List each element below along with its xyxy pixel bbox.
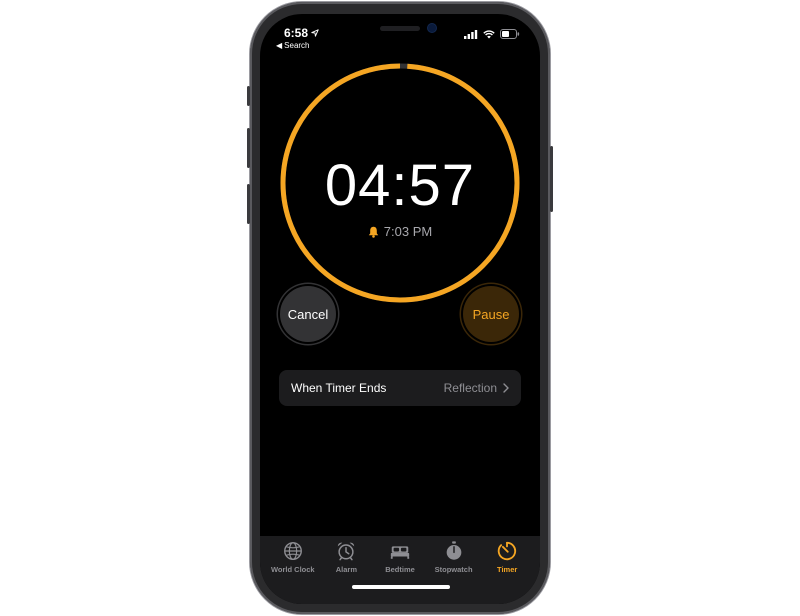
front-camera (428, 24, 436, 32)
when-timer-ends-row[interactable]: When Timer Ends Reflection (279, 370, 521, 406)
when-timer-ends-label: When Timer Ends (291, 381, 387, 395)
earpiece-speaker (380, 26, 420, 31)
status-time-text: 6:58 (284, 26, 309, 40)
alarm-clock-icon (338, 542, 355, 561)
chevron-right-icon (503, 383, 509, 393)
cancel-button[interactable]: Cancel (280, 286, 336, 342)
side-button-power (550, 146, 553, 212)
back-to-app-link[interactable]: ◀ Search (276, 41, 310, 50)
battery-icon (500, 29, 520, 39)
tab-bedtime[interactable]: Bedtime (374, 540, 426, 574)
tab-stopwatch[interactable]: Stopwatch (428, 540, 480, 574)
tab-stopwatch-label: Stopwatch (434, 565, 473, 574)
timer-end-time: 7:03 PM (280, 224, 520, 239)
tab-timer[interactable]: Timer (481, 540, 533, 574)
back-triangle-icon: ◀ (276, 41, 283, 50)
stopwatch-icon (446, 541, 461, 560)
tab-world-clock[interactable]: World Clock (267, 540, 319, 574)
status-bar-time: 6:58 (284, 26, 319, 40)
tab-bedtime-label: Bedtime (385, 565, 415, 574)
globe-icon (283, 542, 302, 560)
status-indicators (464, 29, 520, 39)
bed-icon (390, 546, 410, 559)
timer-remaining: 04:57 (324, 153, 476, 218)
timer-icon (497, 541, 517, 561)
tab-alarm-label: Alarm (335, 565, 358, 574)
cellular-signal-icon (464, 29, 478, 39)
back-to-app-label: Search (284, 41, 310, 50)
home-indicator[interactable] (352, 585, 450, 589)
screen: 6:58 ◀ Search 04:57 7:03 PM Cancel Pause… (260, 14, 540, 604)
side-button-volume-down (247, 184, 250, 224)
tab-timer-label: Timer (497, 565, 518, 574)
timer-sound-value: Reflection (443, 381, 497, 395)
pause-button[interactable]: Pause (463, 286, 519, 342)
when-timer-ends-value-group: Reflection (444, 381, 509, 395)
tab-world-clock-label: World Clock (270, 565, 315, 574)
bell-icon (368, 226, 378, 238)
wifi-icon (483, 29, 495, 38)
end-time-label: 7:03 PM (383, 224, 433, 239)
tab-bar: World Clock Alarm Bedtime Stopwatch Time… (260, 536, 540, 604)
tab-alarm[interactable]: Alarm (320, 540, 372, 574)
side-button-volume-up (247, 128, 250, 168)
location-arrow-icon (311, 29, 319, 37)
side-button-mute (247, 86, 250, 106)
